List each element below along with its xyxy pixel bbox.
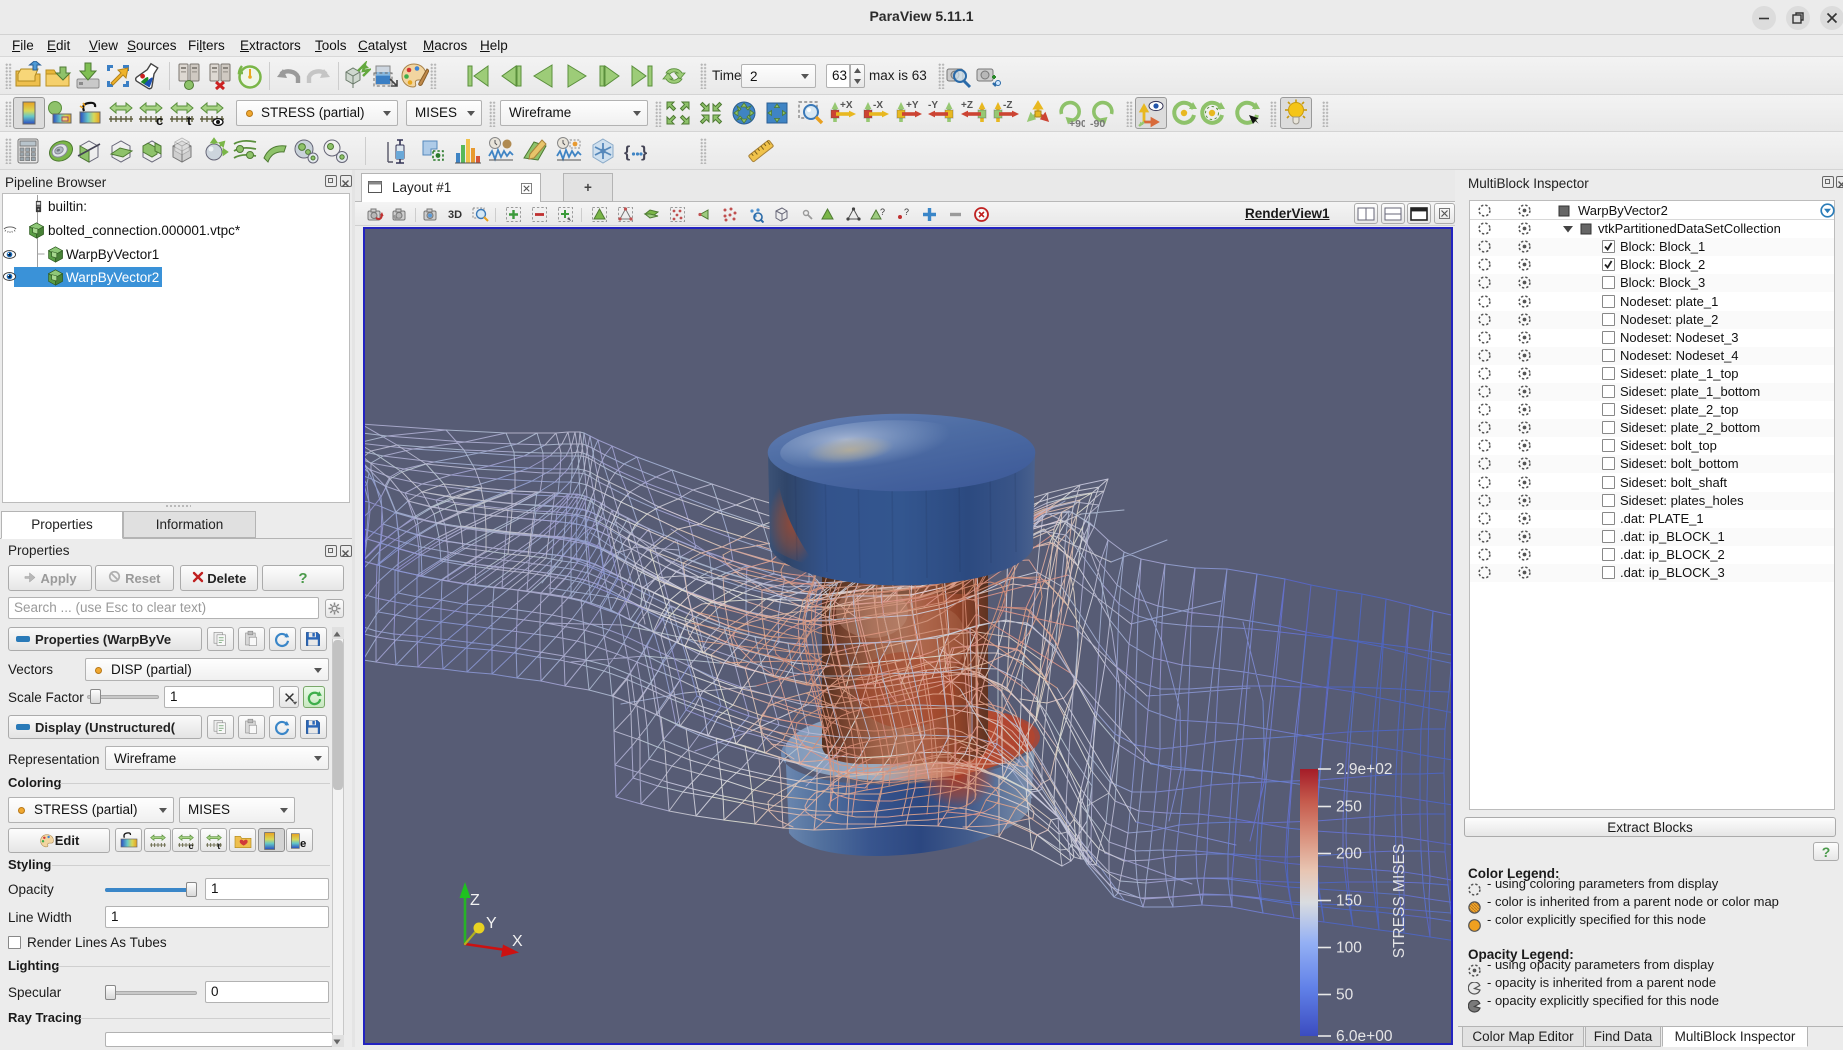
svg-text:Y: Y [486,915,497,932]
svg-text:250: 250 [1336,799,1362,816]
svg-text:+Y: +Y [906,100,919,111]
svg-text:+X: +X [840,100,853,111]
svg-text:t: t [217,841,220,851]
svg-text:150: 150 [1336,893,1362,910]
svg-text:100: 100 [1336,940,1362,957]
svg-text:c: c [156,113,163,128]
svg-text:{: { [624,144,630,161]
svg-text:-Y: -Y [928,100,938,111]
svg-text:-Z: -Z [1003,100,1012,111]
svg-text:2.9e+02: 2.9e+02 [1336,761,1392,778]
svg-text:}: } [641,144,647,161]
svg-text:t: t [187,113,192,128]
svg-text:?: ? [880,207,885,217]
svg-text:Z: Z [470,892,480,909]
svg-text:c: c [189,841,194,851]
svg-text:X: X [512,933,523,950]
svg-text:6.0e+00: 6.0e+00 [1336,1028,1393,1045]
svg-text:50: 50 [1336,987,1354,1004]
svg-text:STRESS MISES: STRESS MISES [1391,844,1408,959]
svg-text:+Z: +Z [961,100,973,111]
svg-text:-90: -90 [1090,118,1105,128]
svg-text:?: ? [904,207,909,217]
svg-text:e: e [300,838,306,850]
svg-text:200: 200 [1336,846,1362,863]
svg-text:+90: +90 [1069,118,1085,128]
svg-text:-X: -X [873,100,883,111]
